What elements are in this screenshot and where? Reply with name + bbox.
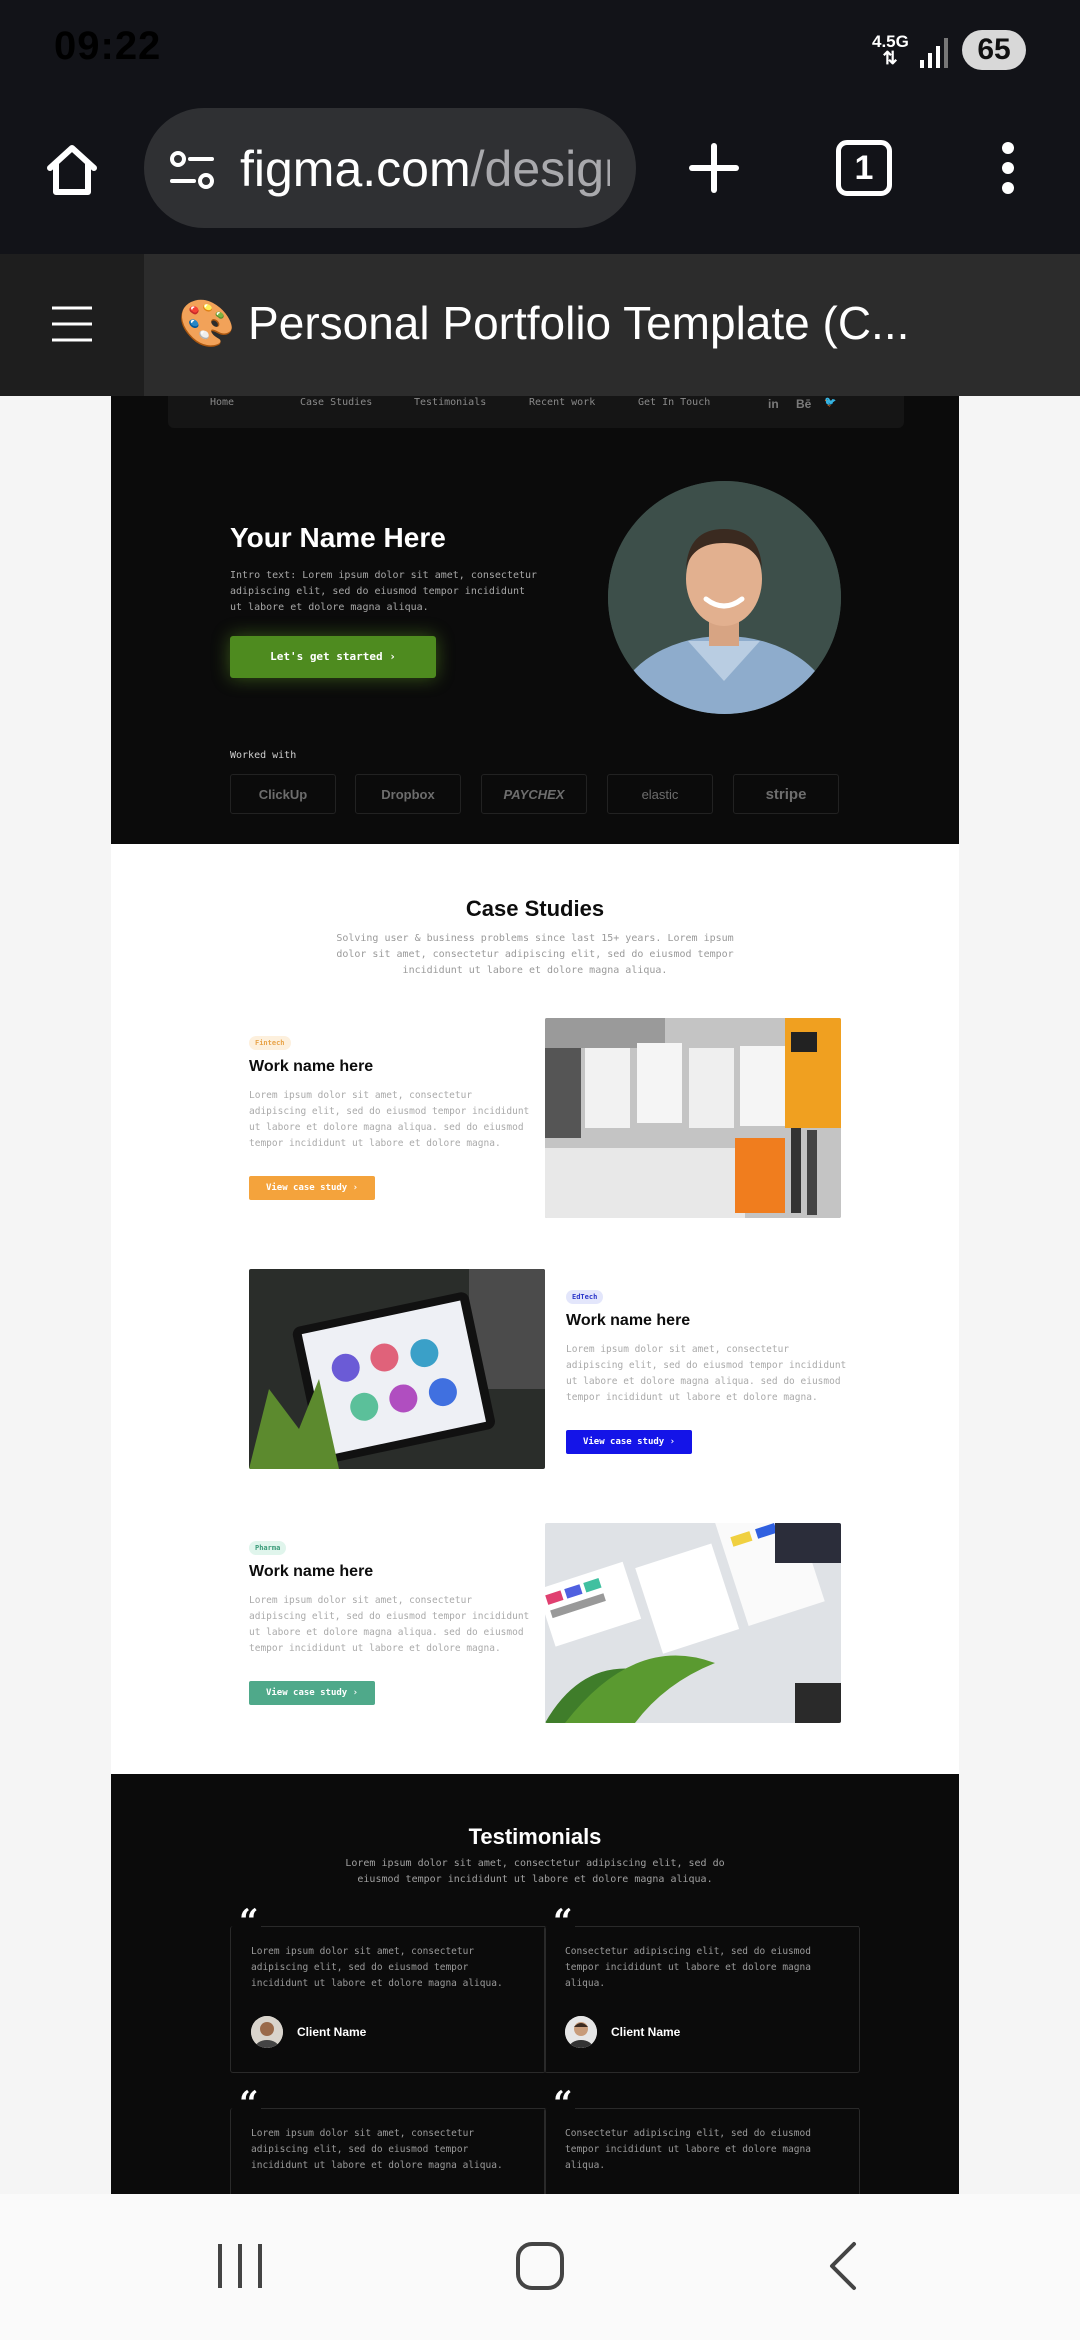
url-text[interactable]: figma.com/design xyxy=(240,140,610,200)
hero-section: Home Case Studies Testimonials Recent wo… xyxy=(111,396,959,844)
case-studies-subtitle: Solving user & business problems since l… xyxy=(336,933,734,976)
testimonial-text: Consectetur adipiscing elit, sed do eius… xyxy=(565,2128,811,2171)
status-time: 09:22 xyxy=(54,24,162,68)
case-tag: Fintech xyxy=(249,1036,291,1050)
testimonials-subtitle: Lorem ipsum dolor sit amet, consectetur … xyxy=(345,1858,725,1885)
client-avatar xyxy=(565,2016,597,2048)
data-arrows-icon: ⇅ xyxy=(882,48,898,68)
case-tag: Pharma xyxy=(249,1541,287,1555)
nav-link-home[interactable]: Home xyxy=(210,397,234,408)
home-icon[interactable] xyxy=(42,140,102,200)
client-name: Client Name xyxy=(611,2025,681,2039)
client-name: Client Name xyxy=(297,2025,367,2039)
quote-icon: “ xyxy=(239,1902,259,1942)
worked-with-label: Worked with xyxy=(230,750,297,761)
hero-avatar xyxy=(608,481,841,714)
testimonial-text: Consectetur adipiscing elit, sed do eius… xyxy=(565,1946,811,1989)
portfolio-frame: Home Case Studies Testimonials Recent wo… xyxy=(111,396,959,2194)
logo-dropbox: Dropbox xyxy=(355,774,461,814)
signal-icon xyxy=(920,38,948,68)
nav-link-recent-work[interactable]: Recent work xyxy=(529,397,595,408)
testimonial-text: Lorem ipsum dolor sit amet, consectetur … xyxy=(251,1946,503,1989)
view-case-study-button[interactable]: View case study › xyxy=(249,1681,375,1705)
nav-link-get-in-touch[interactable]: Get In Touch xyxy=(638,397,710,408)
client-avatar xyxy=(251,2016,283,2048)
recent-apps-icon[interactable] xyxy=(214,2240,266,2292)
site-settings-icon[interactable] xyxy=(168,146,216,194)
hero-cta-button[interactable]: Let's get started › xyxy=(230,636,436,678)
hero-title: Your Name Here xyxy=(230,522,446,553)
case-desc: Lorem ipsum dolor sit amet, consectetur … xyxy=(249,1090,530,1149)
logo-clickup: ClickUp xyxy=(230,774,336,814)
case-tag: EdTech xyxy=(566,1290,604,1304)
figma-canvas[interactable]: Home Case Studies Testimonials Recent wo… xyxy=(0,396,1080,2194)
battery-indicator: 65 xyxy=(962,30,1026,70)
testimonial-card: “ Consectetur adipiscing elit, sed do ei… xyxy=(544,2084,860,2194)
home-button-icon[interactable] xyxy=(514,2240,566,2292)
quote-icon: “ xyxy=(553,2084,573,2124)
logo-elastic: elastic xyxy=(607,774,713,814)
plus-icon[interactable] xyxy=(686,140,742,196)
quote-icon: “ xyxy=(553,1902,573,1942)
testimonials-title: Testimonials xyxy=(468,1824,602,1849)
case-studies-title: Case Studies xyxy=(465,896,605,921)
quote-icon: “ xyxy=(239,2084,259,2124)
testimonials-section: Testimonials Lorem ipsum dolor sit amet,… xyxy=(111,1774,959,2194)
back-icon[interactable] xyxy=(824,2240,864,2292)
case-studies-section: Case Studies Solving user & business pro… xyxy=(111,844,959,1774)
case-image-ux-store xyxy=(545,1018,841,1218)
nav-link-case-studies[interactable]: Case Studies xyxy=(300,397,372,408)
testimonial-card: “ Consectetur adipiscing elit, sed do ei… xyxy=(544,1902,860,2073)
testimonial-card: “ Lorem ipsum dolor sit amet, consectetu… xyxy=(230,1902,546,2073)
file-title[interactable]: 🎨 Personal Portfolio Template (C... xyxy=(178,296,909,351)
twitter-icon[interactable]: 🐦 xyxy=(824,397,836,408)
testimonial-text: Lorem ipsum dolor sit amet, consectetur … xyxy=(251,2128,503,2171)
behance-icon[interactable]: Bē xyxy=(796,397,811,411)
network-indicator: 4.5G ⇅ xyxy=(872,33,909,68)
tab-switcher-icon[interactable]: 1 xyxy=(836,140,892,196)
logo-paychex: PAYCHEX xyxy=(481,774,587,814)
case-title: Work name here xyxy=(566,1312,691,1329)
linkedin-icon[interactable]: in xyxy=(768,397,779,411)
more-vert-icon[interactable] xyxy=(990,138,1026,198)
logo-stripe: stripe xyxy=(733,774,839,814)
figma-menu-button[interactable] xyxy=(0,254,144,396)
case-title: Work name here xyxy=(249,1058,374,1075)
view-case-study-button[interactable]: View case study › xyxy=(249,1176,375,1200)
view-case-study-button[interactable]: View case study › xyxy=(566,1430,692,1454)
site-navbar: Home Case Studies Testimonials Recent wo… xyxy=(168,396,904,428)
case-desc: Lorem ipsum dolor sit amet, consectetur … xyxy=(249,1595,530,1654)
hero-intro: Intro text: Lorem ipsum dolor sit amet, … xyxy=(230,570,538,613)
testimonial-card: “ Lorem ipsum dolor sit amet, consectetu… xyxy=(230,2084,546,2194)
case-image-design-system xyxy=(545,1523,841,1723)
case-title: Work name here xyxy=(249,1563,374,1580)
hamburger-icon xyxy=(52,306,92,342)
nav-link-testimonials[interactable]: Testimonials xyxy=(414,397,486,408)
case-image-tablet xyxy=(249,1269,545,1469)
case-desc: Lorem ipsum dolor sit amet, consectetur … xyxy=(566,1344,847,1403)
